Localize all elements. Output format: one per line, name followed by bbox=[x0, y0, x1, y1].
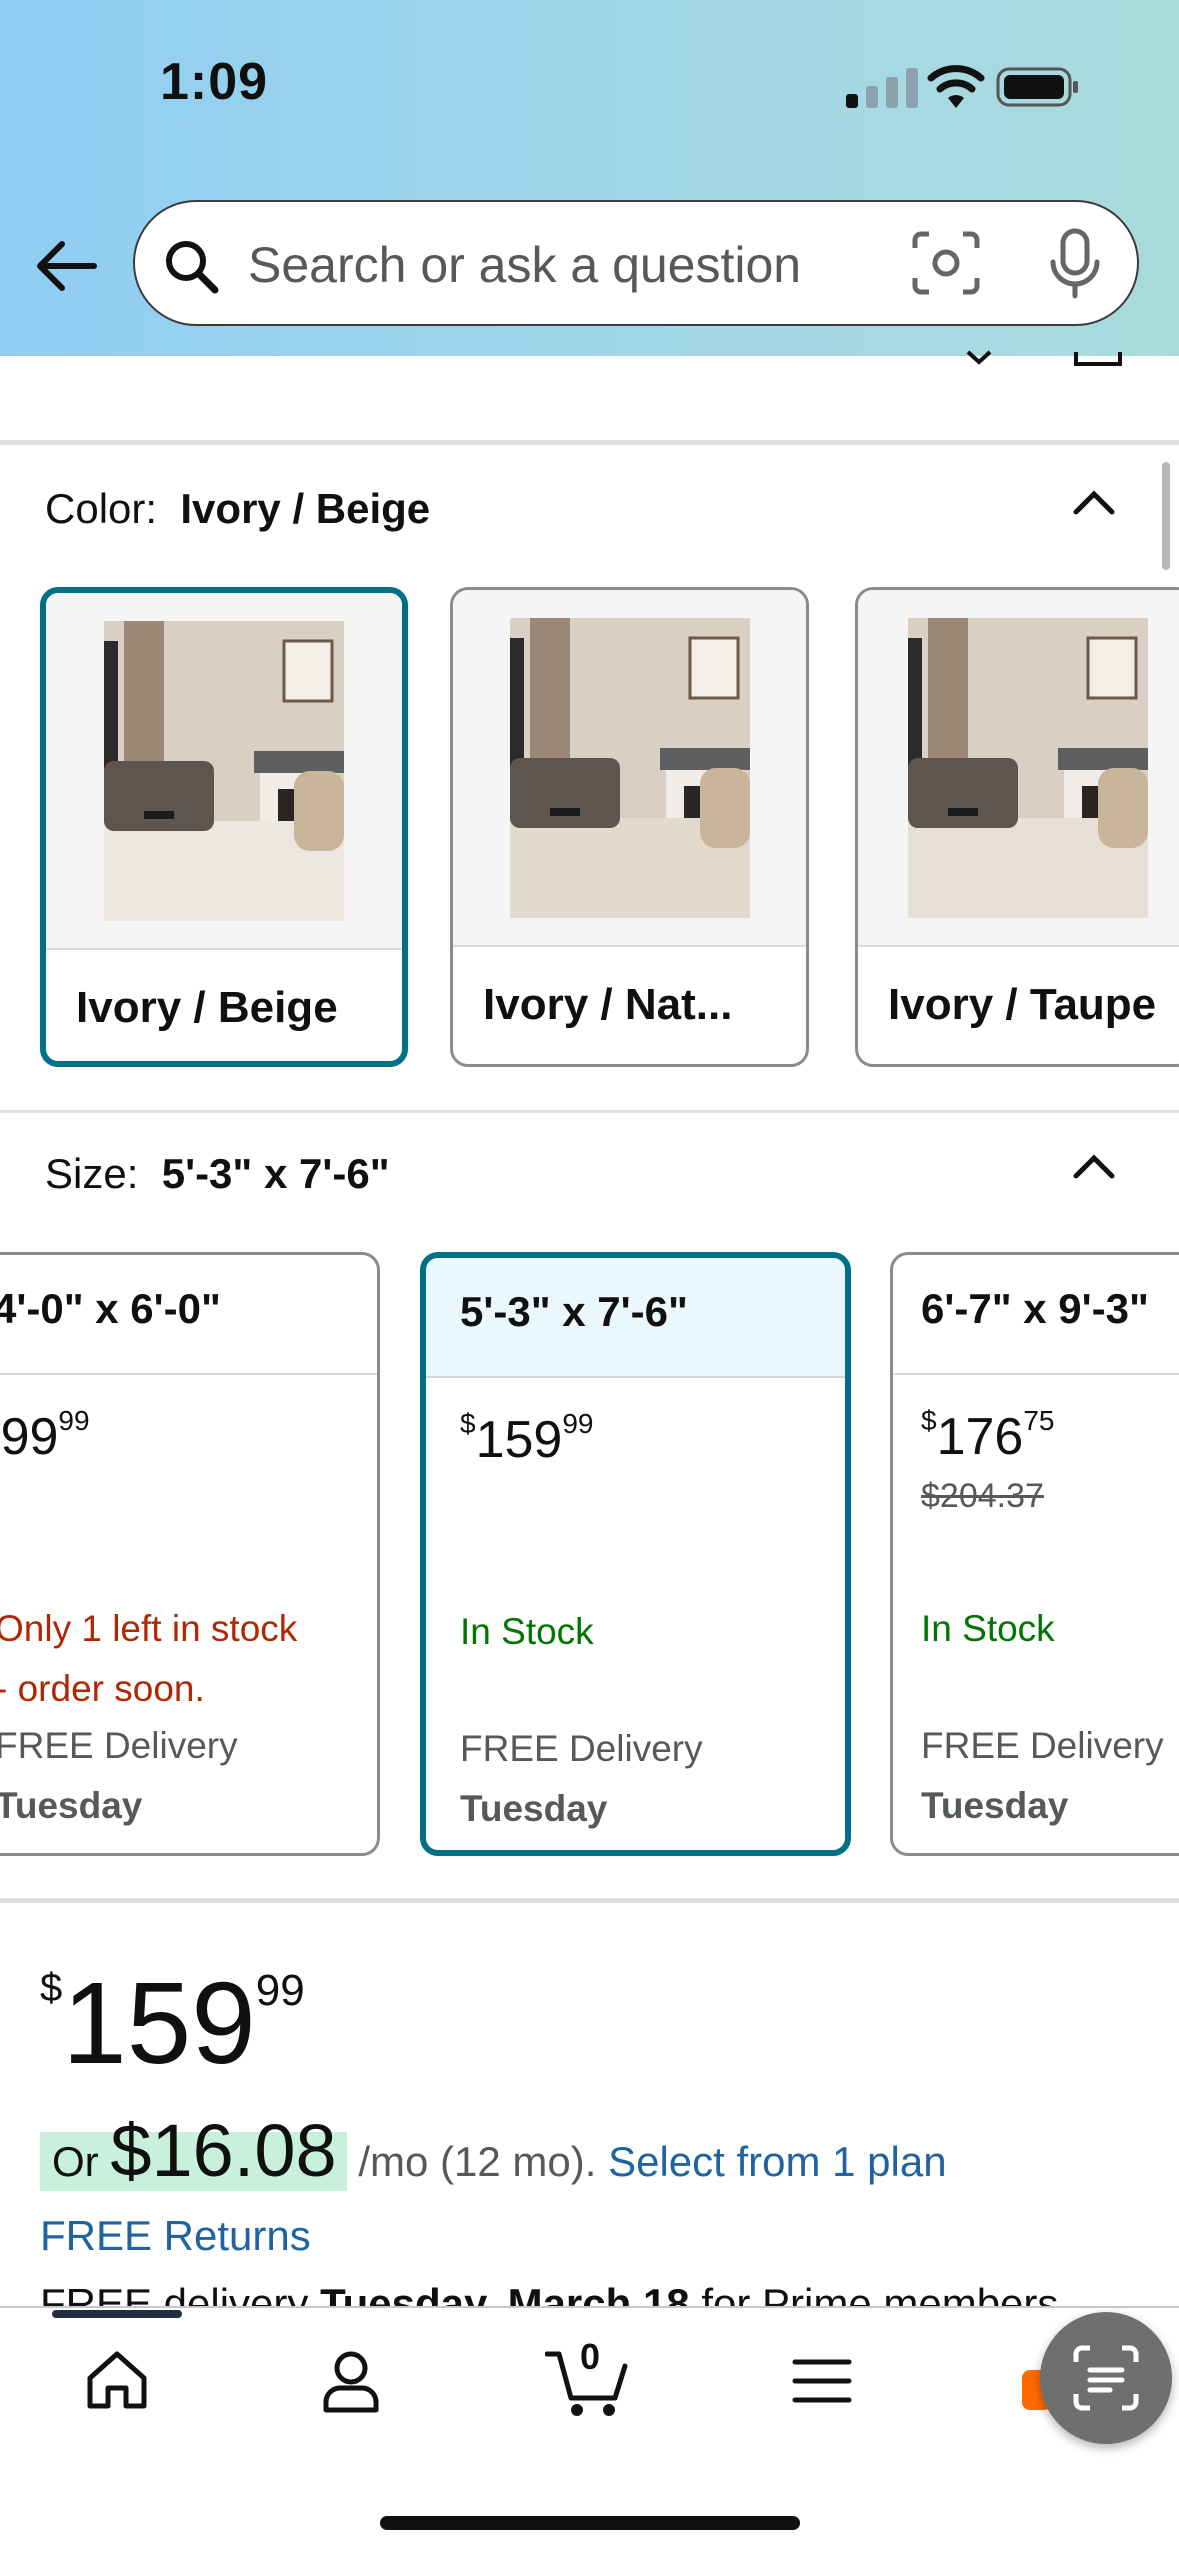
home-indicator bbox=[380, 2516, 800, 2530]
chat-scan-icon bbox=[1073, 2345, 1139, 2411]
size-option-price: $9999 bbox=[0, 1405, 90, 1466]
color-option-label: Ivory / Nat... bbox=[483, 980, 733, 1029]
section-divider bbox=[0, 1898, 1179, 1903]
chevron-up-icon[interactable] bbox=[1072, 1150, 1116, 1180]
size-option-4x6[interactable]: 4'-0" x 6'-0" $9999 Only 1 left in stock… bbox=[0, 1252, 380, 1856]
ai-assistant-button[interactable] bbox=[1040, 2312, 1172, 2444]
monthly-payment: Or $16.08 /mo (12 mo). Select from 1 pla… bbox=[40, 2108, 947, 2193]
battery-icon bbox=[996, 67, 1078, 107]
color-option-ivory-natural[interactable]: Ivory / Nat... bbox=[450, 587, 809, 1067]
back-arrow-icon[interactable] bbox=[34, 236, 98, 296]
microphone-icon[interactable] bbox=[1047, 228, 1103, 300]
size-selected-value: 5'-3" x 7'-6" bbox=[161, 1150, 390, 1197]
chevron-up-icon[interactable] bbox=[1072, 486, 1116, 516]
camera-scan-icon[interactable] bbox=[911, 230, 981, 296]
section-divider bbox=[0, 1110, 1179, 1113]
rug-image bbox=[858, 590, 1179, 947]
scrollbar[interactable] bbox=[1162, 462, 1170, 570]
delivery-day: Tuesday bbox=[921, 1785, 1069, 1826]
search-input[interactable]: Search or ask a question bbox=[248, 236, 801, 294]
search-bar[interactable]: Search or ask a question bbox=[133, 200, 1139, 326]
color-option-ivory-beige[interactable]: Ivory / Beige bbox=[40, 587, 408, 1067]
share-icon bbox=[1074, 352, 1122, 366]
cellular-signal-icon bbox=[846, 68, 918, 108]
account-icon[interactable] bbox=[316, 2346, 386, 2416]
search-icon bbox=[166, 241, 219, 294]
list-price: $204.37 bbox=[921, 1477, 1044, 1515]
chevron-down-icon bbox=[966, 350, 992, 365]
active-tab-indicator bbox=[52, 2310, 182, 2318]
size-option-dimensions: 5'-3" x 7'-6" bbox=[460, 1288, 688, 1335]
delivery-label: FREE Delivery bbox=[460, 1728, 703, 1769]
rug-image bbox=[453, 590, 806, 947]
size-option-price: $15999 bbox=[460, 1408, 594, 1469]
size-option-dimensions: 6'-7" x 9'-3" bbox=[921, 1285, 1149, 1332]
size-option-price: $17675 bbox=[921, 1405, 1055, 1466]
wifi-icon bbox=[927, 65, 985, 108]
main-price: $15999 bbox=[40, 1958, 305, 2088]
size-option-dimensions: 4'-0" x 6'-0" bbox=[0, 1285, 221, 1332]
color-heading: Color: Ivory / Beige bbox=[45, 485, 430, 533]
delivery-day: Tuesday bbox=[460, 1788, 608, 1829]
color-selected-value: Ivory / Beige bbox=[180, 485, 431, 532]
select-plan-link[interactable]: Select from 1 plan bbox=[608, 2138, 947, 2185]
home-icon[interactable] bbox=[82, 2346, 152, 2416]
delivery-label: FREE Delivery bbox=[0, 1725, 238, 1766]
monthly-highlight: Or $16.08 bbox=[40, 2109, 347, 2192]
menu-icon[interactable] bbox=[787, 2346, 857, 2416]
cart-count-badge: 0 bbox=[580, 2336, 601, 2377]
delivery-day: Tuesday bbox=[0, 1785, 143, 1826]
color-label: Color: bbox=[45, 485, 158, 532]
rug-room-image bbox=[908, 617, 1148, 918]
free-returns-link[interactable]: FREE Returns bbox=[40, 2212, 311, 2260]
rug-image bbox=[46, 593, 402, 950]
size-option-6x9[interactable]: 6'-7" x 9'-3" $17675 $204.37 In Stock FR… bbox=[890, 1252, 1179, 1856]
color-option-label: Ivory / Taupe bbox=[888, 980, 1157, 1029]
color-option-ivory-taupe[interactable]: Ivory / Taupe bbox=[855, 587, 1179, 1067]
stock-status: In Stock bbox=[921, 1608, 1055, 1649]
size-label: Size: bbox=[45, 1150, 139, 1197]
rug-room-image bbox=[509, 617, 750, 918]
size-option-5x7[interactable]: 5'-3" x 7'-6" $15999 In Stock FREE Deliv… bbox=[420, 1252, 851, 1856]
section-divider bbox=[0, 440, 1179, 445]
delivery-label: FREE Delivery bbox=[921, 1725, 1164, 1766]
color-option-label: Ivory / Beige bbox=[76, 983, 338, 1032]
status-time: 1:09 bbox=[160, 53, 269, 111]
stock-status: Only 1 left in stock - order soon. bbox=[0, 1608, 298, 1709]
rug-room-image bbox=[104, 620, 344, 921]
size-heading: Size: 5'-3" x 7'-6" bbox=[45, 1150, 390, 1198]
stock-status: In Stock bbox=[460, 1611, 594, 1652]
